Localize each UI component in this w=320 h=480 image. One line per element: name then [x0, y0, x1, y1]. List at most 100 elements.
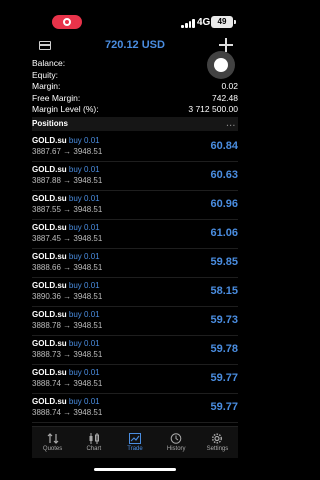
summary-label: Equity:: [32, 69, 58, 80]
position-direction: buy 0.01: [68, 397, 100, 406]
position-direction: buy 0.01: [68, 281, 100, 290]
position-row[interactable]: GOLD.su buy 0.01 3890.36 → 3948.51 58.15: [32, 278, 238, 307]
tab-history[interactable]: History: [156, 427, 197, 458]
summary-row: Margin Level (%): 3 712 500.00: [32, 104, 238, 116]
position-prices: 3887.67 → 3948.51: [32, 147, 103, 156]
position-prices: 3888.73 → 3948.51: [32, 350, 103, 359]
position-direction: buy 0.01: [68, 339, 100, 348]
position-header: GOLD.su buy 0.01: [32, 165, 100, 174]
position-symbol: GOLD.su: [32, 165, 67, 174]
position-row[interactable]: GOLD.su buy 0.01 3888.78 → 3948.51 59.73: [32, 307, 238, 336]
tab-chart[interactable]: Chart: [73, 427, 114, 458]
position-symbol: GOLD.su: [32, 310, 67, 319]
position-symbol: GOLD.su: [32, 223, 67, 232]
summary-value: 0.02: [221, 81, 238, 91]
positions-more-icon[interactable]: ...: [226, 117, 236, 131]
position-direction: buy 0.01: [68, 194, 100, 203]
position-profit: 60.96: [210, 198, 238, 210]
position-header: GOLD.su buy 0.01: [32, 223, 100, 232]
position-profit: 59.77: [210, 372, 238, 384]
candlestick-chart-icon: [88, 431, 100, 444]
position-prices: 3887.55 → 3948.51: [32, 205, 103, 214]
position-row[interactable]: GOLD.su buy 0.01 3888.66 → 3948.51 59.85: [32, 249, 238, 278]
summary-label: Free Margin:: [32, 92, 81, 103]
position-prices: 3888.66 → 3948.51: [32, 263, 103, 272]
summary-row: Equity:: [32, 70, 238, 82]
position-profit: 61.06: [210, 227, 238, 239]
assistive-touch-button[interactable]: [207, 51, 235, 79]
tab-label: Settings: [206, 446, 229, 452]
position-row[interactable]: GOLD.su buy 0.01 3887.88 → 3948.51 60.63: [32, 162, 238, 191]
home-indicator: [94, 468, 176, 471]
record-icon: [63, 18, 71, 26]
position-prices: 3888.78 → 3948.51: [32, 321, 103, 330]
position-header: GOLD.su buy 0.01: [32, 136, 100, 145]
position-symbol: GOLD.su: [32, 136, 67, 145]
position-row[interactable]: GOLD.su buy 0.01 3887.45 → 3948.51 61.06: [32, 220, 238, 249]
position-symbol: GOLD.su: [32, 252, 67, 261]
tab-label: Trade: [127, 446, 143, 452]
position-header: GOLD.su buy 0.01: [32, 281, 100, 290]
battery-icon: 49: [211, 16, 236, 28]
summary-value: 3 712 500.00: [188, 104, 238, 114]
position-header: GOLD.su buy 0.01: [32, 368, 100, 377]
history-clock-icon: [170, 431, 182, 444]
position-symbol: GOLD.su: [32, 281, 67, 290]
tab-quotes[interactable]: Quotes: [32, 427, 73, 458]
position-symbol: GOLD.su: [32, 194, 67, 203]
position-direction: buy 0.01: [68, 136, 100, 145]
position-header: GOLD.su buy 0.01: [32, 310, 100, 319]
position-symbol: GOLD.su: [32, 339, 67, 348]
position-direction: buy 0.01: [68, 310, 100, 319]
position-profit: 59.85: [210, 256, 238, 268]
position-row[interactable]: GOLD.su buy 0.01 3888.73 → 3948.51 59.78: [32, 336, 238, 365]
position-direction: buy 0.01: [68, 252, 100, 261]
position-direction: buy 0.01: [68, 368, 100, 377]
positions-title: Positions: [32, 119, 69, 128]
summary-row: Margin: 0.02: [32, 81, 238, 93]
tab-settings[interactable]: Settings: [197, 427, 238, 458]
position-row[interactable]: GOLD.su buy 0.01 3888.74 → 3948.51 59.77: [32, 394, 238, 423]
position-direction: buy 0.01: [68, 165, 100, 174]
position-profit: 59.78: [210, 343, 238, 355]
summary-label: Balance:: [32, 58, 66, 68]
summary-label: Margin Level (%):: [32, 104, 99, 114]
tab-label: Quotes: [42, 446, 63, 452]
summary-label: Margin:: [32, 81, 61, 91]
tab-bar: Quotes Chart Trade History Settings: [32, 426, 238, 458]
position-direction: buy 0.01: [68, 223, 100, 232]
position-prices: 3888.74 → 3948.51: [32, 408, 103, 417]
position-profit: 58.15: [210, 285, 238, 297]
position-prices: 3890.36 → 3948.51: [32, 292, 103, 301]
summary-value: 742.48: [212, 92, 238, 103]
position-header: GOLD.su buy 0.01: [32, 252, 100, 261]
position-profit: 60.84: [210, 140, 238, 152]
positions-list: GOLD.su buy 0.01 3887.67 → 3948.51 60.84 GO…: [32, 133, 238, 427]
status-bar: 4G 49: [0, 0, 270, 40]
summary-row: Free Margin: 742.48: [32, 93, 238, 105]
position-row[interactable]: GOLD.su buy 0.01 3888.74 → 3948.51 59.77: [32, 365, 238, 394]
gear-icon: [211, 431, 223, 444]
trade-chart-icon: [129, 431, 141, 444]
position-header: GOLD.su buy 0.01: [32, 194, 100, 203]
position-profit: 60.63: [210, 169, 238, 181]
position-symbol: GOLD.su: [32, 397, 67, 406]
cellular-signal-icon: [181, 18, 195, 28]
position-header: GOLD.su buy 0.01: [32, 397, 100, 406]
position-row[interactable]: GOLD.su buy 0.01 3887.67 → 3948.51 60.84: [32, 133, 238, 162]
position-prices: 3887.45 → 3948.51: [32, 234, 103, 243]
position-prices: 3887.88 → 3948.51: [32, 176, 103, 185]
position-profit: 59.77: [210, 401, 238, 413]
tab-label: Chart: [86, 446, 102, 452]
quotes-arrows-icon: [47, 431, 59, 444]
tab-label: History: [166, 446, 186, 452]
network-type: 4G: [197, 17, 211, 28]
position-profit: 59.73: [210, 314, 238, 326]
positions-header: Positions ...: [32, 117, 238, 131]
new-order-plus-icon[interactable]: [219, 38, 233, 52]
position-symbol: GOLD.su: [32, 368, 67, 377]
position-header: GOLD.su buy 0.01: [32, 339, 100, 348]
tab-trade[interactable]: Trade: [114, 427, 155, 458]
position-row[interactable]: GOLD.su buy 0.01 3887.55 → 3948.51 60.96: [32, 191, 238, 220]
screen-record-indicator[interactable]: [52, 15, 82, 29]
